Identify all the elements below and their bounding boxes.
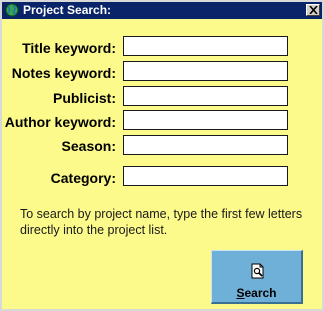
close-button[interactable] — [306, 4, 320, 16]
author-keyword-input[interactable] — [123, 110, 288, 130]
author-keyword-label: Author keyword: — [4, 114, 116, 130]
season-input[interactable] — [123, 135, 288, 155]
window-title: Project Search: — [23, 3, 112, 17]
category-label: Category: — [50, 170, 116, 186]
category-input[interactable] — [123, 166, 288, 186]
search-label-rest: earch — [244, 286, 277, 300]
title-bar[interactable]: Project Search: — [2, 2, 322, 19]
search-button-label: Search — [212, 286, 301, 300]
title-keyword-input[interactable] — [123, 36, 288, 56]
notes-keyword-input[interactable] — [123, 61, 288, 81]
search-button[interactable]: Search — [211, 250, 303, 304]
notes-keyword-label: Notes keyword: — [11, 65, 116, 81]
globe-icon — [5, 3, 19, 17]
search-hint-text: To search by project name, type the firs… — [20, 207, 303, 237]
close-icon — [309, 6, 318, 14]
publicist-label: Publicist: — [52, 90, 116, 106]
project-search-window: Project Search: Title keyword: Notes key… — [0, 0, 324, 311]
season-label: Season: — [61, 138, 116, 154]
publicist-input[interactable] — [123, 86, 288, 106]
document-magnifier-icon — [251, 263, 264, 279]
title-keyword-label: Title keyword: — [22, 40, 116, 56]
